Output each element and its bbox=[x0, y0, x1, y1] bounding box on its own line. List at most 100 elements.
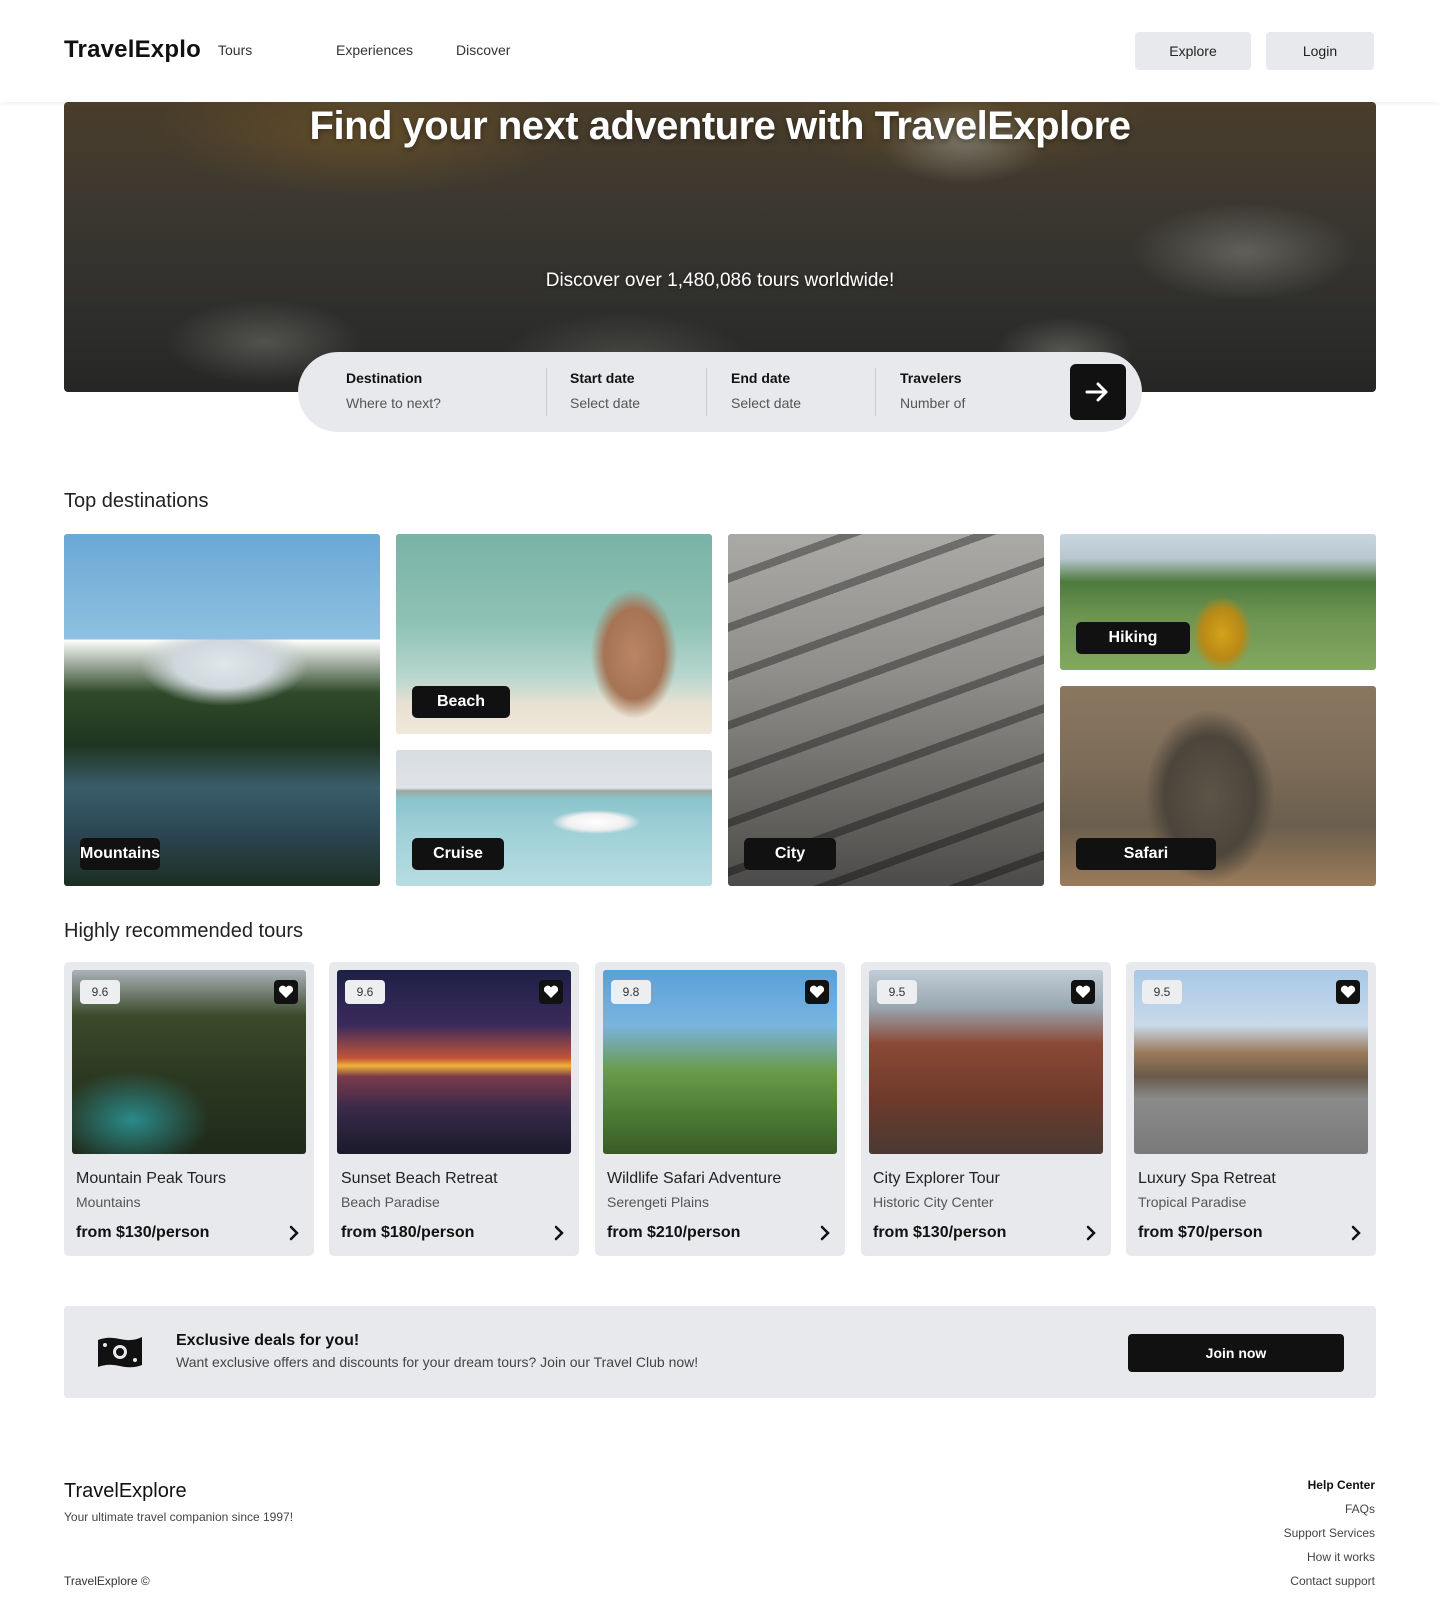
tour-image: 9.6 bbox=[72, 970, 306, 1154]
tile-label: Mountains bbox=[80, 838, 160, 870]
destination-tile-hiking[interactable]: Hiking bbox=[1060, 534, 1376, 670]
travelers-field[interactable]: Travelers Number of bbox=[900, 370, 1040, 411]
nav-experiences[interactable]: Experiences bbox=[336, 42, 413, 58]
chevron-right-icon[interactable] bbox=[1083, 1224, 1099, 1242]
tour-image: 9.5 bbox=[1134, 970, 1368, 1154]
footer-link-how-it-works[interactable]: How it works bbox=[1284, 1550, 1375, 1574]
tour-price: from $180/person bbox=[341, 1224, 475, 1241]
chevron-right-icon[interactable] bbox=[817, 1224, 833, 1242]
destination-tile-beach[interactable]: Beach bbox=[396, 534, 712, 734]
chevron-right-icon[interactable] bbox=[551, 1224, 567, 1242]
chevron-right-icon[interactable] bbox=[1348, 1224, 1364, 1242]
end-date-field[interactable]: End date Select date bbox=[731, 370, 861, 411]
tour-price: from $130/person bbox=[76, 1224, 210, 1241]
divider bbox=[706, 368, 707, 416]
nav-tours[interactable]: Tours bbox=[218, 42, 252, 58]
divider bbox=[546, 368, 547, 416]
footer-brand: TravelExplore bbox=[64, 1480, 187, 1502]
tour-card[interactable]: 9.5 City Explorer Tour Historic City Cen… bbox=[861, 962, 1111, 1256]
tile-label: Cruise bbox=[412, 838, 504, 870]
destination-placeholder[interactable]: Where to next? bbox=[346, 395, 526, 411]
heart-icon bbox=[1075, 985, 1091, 998]
help-center-heading: Help Center bbox=[1307, 1478, 1375, 1492]
tour-card[interactable]: 9.6 Mountain Peak Tours Mountains from $… bbox=[64, 962, 314, 1256]
tour-price: from $210/person bbox=[607, 1224, 741, 1241]
tour-card[interactable]: 9.5 Luxury Spa Retreat Tropical Paradise… bbox=[1126, 962, 1376, 1256]
tour-location: Mountains bbox=[76, 1194, 141, 1210]
hero-title: Find your next adventure with TravelExpl… bbox=[309, 104, 1131, 148]
arrow-right-icon bbox=[1085, 382, 1108, 402]
tour-location: Tropical Paradise bbox=[1138, 1194, 1247, 1210]
tour-name: City Explorer Tour bbox=[873, 1170, 1000, 1187]
divider bbox=[875, 368, 876, 416]
explore-button[interactable]: Explore bbox=[1135, 32, 1251, 70]
tour-image: 9.5 bbox=[869, 970, 1103, 1154]
nav-discover[interactable]: Discover bbox=[456, 42, 510, 58]
end-date-placeholder[interactable]: Select date bbox=[731, 395, 861, 411]
tour-location: Beach Paradise bbox=[341, 1194, 440, 1210]
deals-text: Want exclusive offers and discounts for … bbox=[176, 1354, 699, 1370]
tour-card[interactable]: 9.8 Wildlife Safari Adventure Serengeti … bbox=[595, 962, 845, 1256]
footer-link-contact-support[interactable]: Contact support bbox=[1284, 1574, 1375, 1598]
destination-tile-city[interactable]: City bbox=[728, 534, 1044, 886]
travelers-label: Travelers bbox=[900, 370, 962, 386]
deals-banner: Exclusive deals for you! Want exclusive … bbox=[64, 1306, 1376, 1398]
tile-label: Beach bbox=[412, 686, 510, 718]
destination-tile-safari[interactable]: Safari bbox=[1060, 686, 1376, 886]
footer-link-support-services[interactable]: Support Services bbox=[1284, 1526, 1375, 1550]
top-destinations-title: Top destinations bbox=[64, 490, 209, 512]
recommended-tours-title: Highly recommended tours bbox=[64, 920, 303, 942]
search-bar: Destination Where to next? Start date Se… bbox=[298, 352, 1142, 432]
login-button[interactable]: Login bbox=[1266, 32, 1374, 70]
tour-location: Historic City Center bbox=[873, 1194, 994, 1210]
start-date-label: Start date bbox=[570, 370, 635, 386]
tour-name: Mountain Peak Tours bbox=[76, 1170, 227, 1187]
money-icon bbox=[98, 1337, 142, 1368]
tour-name: Luxury Spa Retreat bbox=[1138, 1170, 1276, 1187]
tile-label: Hiking bbox=[1076, 622, 1190, 654]
rating-badge: 9.6 bbox=[80, 980, 120, 1004]
travelers-placeholder[interactable]: Number of bbox=[900, 395, 1040, 411]
destination-field[interactable]: Destination Where to next? bbox=[346, 370, 526, 411]
start-date-field[interactable]: Start date Select date bbox=[570, 370, 700, 411]
tour-location: Serengeti Plains bbox=[607, 1194, 709, 1210]
tour-price: from $130/person bbox=[873, 1224, 1007, 1241]
favorite-button[interactable] bbox=[274, 980, 298, 1004]
favorite-button[interactable] bbox=[1336, 980, 1360, 1004]
tile-label: City bbox=[744, 838, 836, 870]
footer-copyright: TravelExplore © bbox=[64, 1574, 150, 1588]
footer-tagline: Your ultimate travel companion since 199… bbox=[64, 1510, 294, 1524]
footer-links: Help Center FAQs Support Services How it… bbox=[1284, 1478, 1375, 1598]
end-date-label: End date bbox=[731, 370, 791, 386]
logo[interactable]: TravelExplo bbox=[64, 36, 201, 64]
destination-label: Destination bbox=[346, 370, 423, 386]
tour-name: Sunset Beach Retreat bbox=[341, 1170, 498, 1187]
heart-icon bbox=[809, 985, 825, 998]
join-now-button[interactable]: Join now bbox=[1128, 1334, 1344, 1372]
rating-badge: 9.8 bbox=[611, 980, 651, 1004]
heart-icon bbox=[278, 985, 294, 998]
start-date-placeholder[interactable]: Select date bbox=[570, 395, 700, 411]
footer-link-faqs[interactable]: FAQs bbox=[1284, 1502, 1375, 1526]
favorite-button[interactable] bbox=[539, 980, 563, 1004]
tour-card[interactable]: 9.6 Sunset Beach Retreat Beach Paradise … bbox=[329, 962, 579, 1256]
tour-image: 9.6 bbox=[337, 970, 571, 1154]
hero-subtitle: Discover over 1,480,086 tours worldwide! bbox=[545, 270, 895, 291]
rating-badge: 9.6 bbox=[345, 980, 385, 1004]
heart-icon bbox=[543, 985, 559, 998]
destination-tile-mountains[interactable]: Mountains bbox=[64, 534, 380, 886]
rating-badge: 9.5 bbox=[1142, 980, 1182, 1004]
favorite-button[interactable] bbox=[805, 980, 829, 1004]
tile-label: Safari bbox=[1076, 838, 1216, 870]
tour-image: 9.8 bbox=[603, 970, 837, 1154]
rating-badge: 9.5 bbox=[877, 980, 917, 1004]
favorite-button[interactable] bbox=[1071, 980, 1095, 1004]
tour-name: Wildlife Safari Adventure bbox=[607, 1170, 782, 1187]
deals-title: Exclusive deals for you! bbox=[176, 1332, 360, 1349]
search-submit-button[interactable] bbox=[1070, 364, 1126, 420]
tour-price: from $70/person bbox=[1138, 1224, 1263, 1241]
heart-icon bbox=[1340, 985, 1356, 998]
site-header: TravelExplo Tours Experiences Discover E… bbox=[0, 0, 1440, 102]
chevron-right-icon[interactable] bbox=[286, 1224, 302, 1242]
destination-tile-cruise[interactable]: Cruise bbox=[396, 750, 712, 886]
